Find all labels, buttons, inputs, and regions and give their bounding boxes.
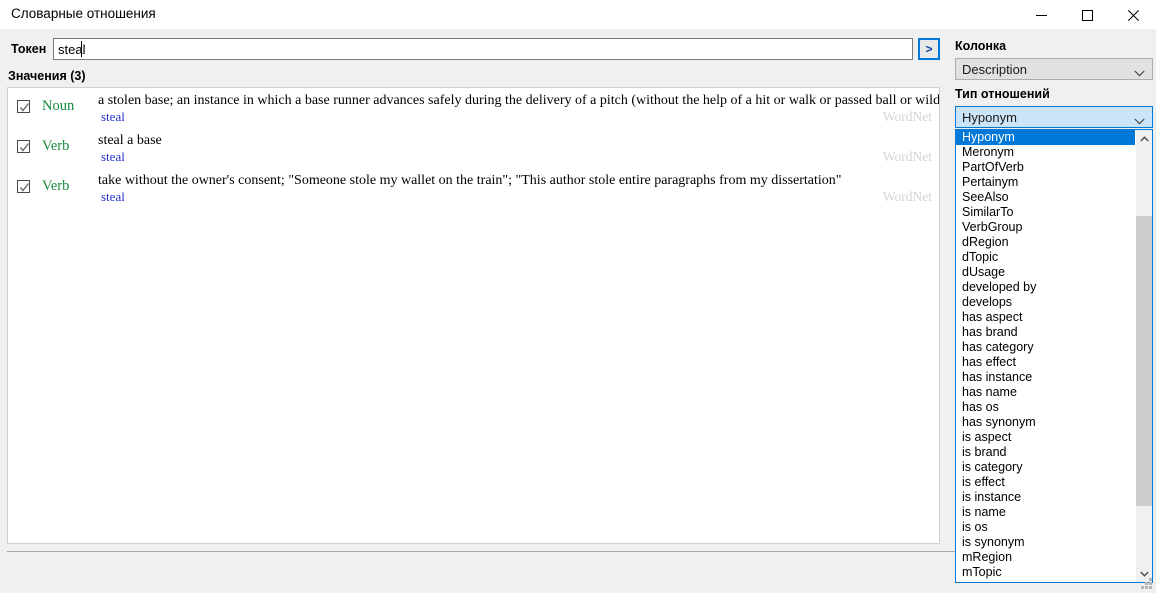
relation-type-select[interactable]: Hyponym: [955, 106, 1153, 128]
dropdown-scrollbar[interactable]: [1135, 130, 1152, 582]
column-label: Колонка: [955, 39, 1007, 53]
relation-type-dropdown[interactable]: Hyponym Meronym PartOfVerb Pertainym SeeAlso…: [955, 129, 1153, 583]
value-checkbox[interactable]: [17, 140, 30, 153]
dropdown-option[interactable]: SimilarTo: [956, 205, 1135, 220]
list-item[interactable]: Verb steal a base steal WordNet: [8, 128, 939, 168]
dropdown-option[interactable]: has effect: [956, 355, 1135, 370]
source-label: WordNet: [882, 189, 932, 204]
chevron-down-icon: [1140, 571, 1149, 577]
part-of-speech: Verb: [42, 138, 70, 154]
column-select-value: Description: [962, 61, 1028, 77]
window-title: Словарные отношения: [11, 6, 156, 21]
dropdown-option[interactable]: is name: [956, 505, 1135, 520]
dropdown-option[interactable]: has os: [956, 400, 1135, 415]
search-submit-button[interactable]: >: [918, 38, 940, 60]
chevron-right-icon: >: [925, 42, 933, 56]
close-button[interactable]: [1110, 0, 1156, 30]
dropdown-option[interactable]: is aspect: [956, 430, 1135, 445]
chevron-up-icon: [1140, 135, 1149, 141]
checkmark-icon: [19, 103, 30, 112]
list-item[interactable]: Noun a stolen base; an instance in which…: [8, 88, 939, 128]
dropdown-option[interactable]: is effect: [956, 475, 1135, 490]
dropdown-option[interactable]: SeeAlso: [956, 190, 1135, 205]
definition-text: a stolen base; an instance in which a ba…: [98, 93, 940, 108]
dropdown-option[interactable]: develops: [956, 295, 1135, 310]
source-label: WordNet: [882, 109, 932, 124]
dropdown-option[interactable]: VerbGroup: [956, 220, 1135, 235]
title-bar: Словарные отношения: [0, 0, 1156, 30]
dropdown-option[interactable]: Meronym: [956, 145, 1135, 160]
dropdown-option[interactable]: has synonym: [956, 415, 1135, 430]
part-of-speech: Noun: [42, 98, 75, 114]
minimize-icon: [1035, 14, 1047, 16]
relation-type-label: Тип отношений: [955, 87, 1050, 101]
dropdown-option[interactable]: Hyponym: [956, 130, 1135, 145]
part-of-speech: Verb: [42, 178, 70, 194]
dropdown-option[interactable]: has aspect: [956, 310, 1135, 325]
scroll-up-button[interactable]: [1136, 130, 1152, 147]
scrollbar-thumb[interactable]: [1136, 216, 1152, 506]
values-list[interactable]: Noun a stolen base; an instance in which…: [7, 87, 940, 544]
definition-text: steal a base: [98, 133, 162, 148]
definition-text: take without the owner's consent; "Someo…: [98, 173, 842, 188]
dropdown-option[interactable]: is os: [956, 520, 1135, 535]
lemma-link[interactable]: steal: [101, 189, 125, 205]
lemma-link[interactable]: steal: [101, 149, 125, 165]
dropdown-option[interactable]: dUsage: [956, 265, 1135, 280]
chevron-down-icon: [1134, 65, 1145, 80]
dropdown-option[interactable]: Pertainym: [956, 175, 1135, 190]
checkmark-icon: [19, 143, 30, 152]
resize-grip[interactable]: [1140, 577, 1153, 590]
values-header: Значения (3): [8, 69, 86, 83]
dropdown-option[interactable]: is instance: [956, 490, 1135, 505]
value-checkbox[interactable]: [17, 100, 30, 113]
relation-type-option-list[interactable]: Hyponym Meronym PartOfVerb Pertainym SeeAlso…: [956, 130, 1135, 582]
checkmark-icon: [19, 183, 30, 192]
text-caret: [81, 41, 82, 57]
lemma-link[interactable]: steal: [101, 109, 125, 125]
column-select[interactable]: Description: [955, 58, 1153, 80]
dropdown-option[interactable]: has brand: [956, 325, 1135, 340]
dropdown-option[interactable]: has category: [956, 340, 1135, 355]
dropdown-option[interactable]: dTopic: [956, 250, 1135, 265]
chevron-down-icon: [1134, 113, 1145, 128]
minimize-button[interactable]: [1018, 0, 1064, 30]
dropdown-option[interactable]: has instance: [956, 370, 1135, 385]
dropdown-option[interactable]: developed by: [956, 280, 1135, 295]
dictionary-relations-window: Словарные отношения Токен > Значения (3): [0, 0, 1156, 593]
close-icon: [1127, 9, 1139, 21]
relation-type-select-value: Hyponym: [962, 109, 1017, 125]
dropdown-option[interactable]: mRegion: [956, 550, 1135, 565]
dropdown-option[interactable]: PartOfVerb: [956, 160, 1135, 175]
dropdown-option[interactable]: has name: [956, 385, 1135, 400]
dropdown-option[interactable]: is brand: [956, 445, 1135, 460]
dropdown-option[interactable]: is synonym: [956, 535, 1135, 550]
maximize-button[interactable]: [1064, 0, 1110, 30]
dropdown-option[interactable]: mTopic: [956, 565, 1135, 580]
token-input[interactable]: [53, 38, 913, 60]
token-label: Токен: [11, 42, 47, 56]
maximize-icon: [1081, 9, 1093, 21]
list-item[interactable]: Verb take without the owner's consent; "…: [8, 168, 939, 208]
dropdown-option[interactable]: dRegion: [956, 235, 1135, 250]
dropdown-option[interactable]: is category: [956, 460, 1135, 475]
source-label: WordNet: [882, 149, 932, 164]
value-checkbox[interactable]: [17, 180, 30, 193]
